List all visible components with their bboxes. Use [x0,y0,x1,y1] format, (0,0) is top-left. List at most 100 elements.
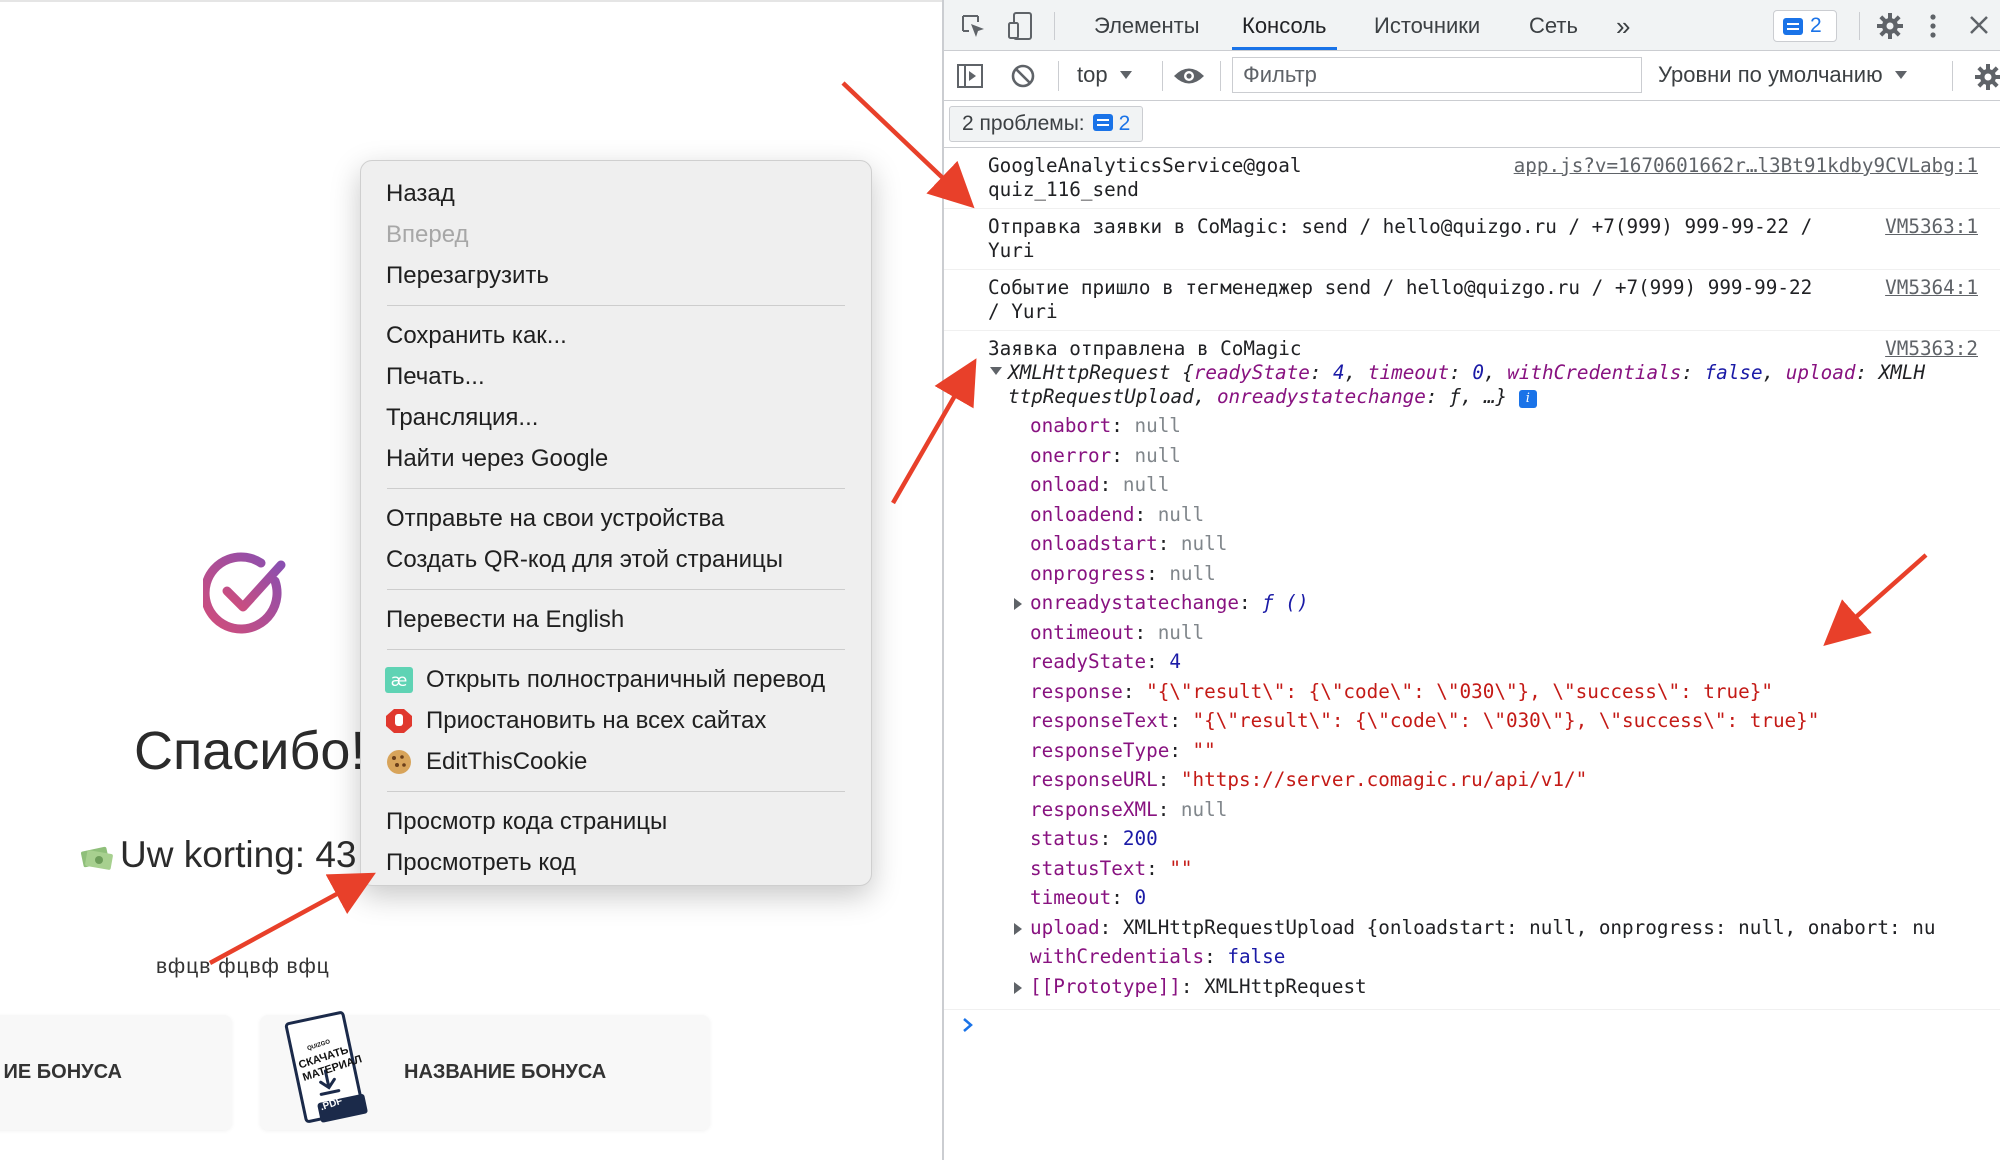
object-property: responseXML: null [1030,797,1228,821]
toolbar-divider [1859,12,1860,40]
message-icon [1783,18,1803,35]
object-property-expandable[interactable]: onreadystatechange: ƒ () [944,588,1990,618]
info-icon: i [1518,390,1537,408]
menu-item-create-qr[interactable]: Создать QR-код для этой страницы [361,539,871,580]
toolbar-divider [1058,61,1059,91]
issues-button[interactable]: 2 проблемы: 2 [949,106,1144,142]
log-levels-dropdown[interactable]: Уровни по умолчанию [1658,59,1907,91]
object-property: readyState: 4 [1030,650,1181,673]
menu-item-print[interactable]: Печать... [361,356,871,397]
menu-separator [387,488,845,489]
bonus-title: НАЗВАНИЕ БОНУСА [404,1061,607,1083]
more-options-kebab-icon[interactable] [1928,12,1938,40]
object-property: timeout: 0 [1030,886,1147,909]
description-text: вфцв фцвф вфц [156,955,330,978]
menu-item-cast[interactable]: Трансляция... [361,397,871,438]
bonus-title: ИЕ БОНУСА [3,1061,122,1083]
console-message: Заявка отправлена в CoMagic VM5363:2 XML… [944,331,2000,1010]
issues-badge-button[interactable]: 2 [1773,10,1837,42]
menu-item-save-as[interactable]: Сохранить как... [361,315,871,356]
console-message: GoogleAnalyticsService@goal quiz_116_sen… [944,148,2000,209]
menu-item-search-google[interactable]: Найти через Google [361,438,871,479]
execution-context-select[interactable]: top [1077,59,1132,91]
console-settings-gear-icon[interactable] [1974,63,2000,91]
object-property: response: "{\"result\": {\"code\": \"030… [1030,679,1773,703]
menu-item-back[interactable]: Назад [361,173,871,214]
devtools-panel: Элементы Консоль Источники Сеть » 2 top … [942,0,2000,1160]
expand-triangle-icon[interactable] [1014,922,1022,935]
issues-bar: 2 проблемы: 2 [944,101,2000,148]
inspect-element-icon[interactable] [960,13,986,39]
tab-network[interactable]: Сеть [1529,0,1578,50]
devtools-tab-bar: Элементы Консоль Источники Сеть » 2 [944,0,2000,51]
object-summary-cont: ttpRequestUpload, onreadystatechange: ƒ,… [988,385,1990,409]
toolbar-divider [1054,12,1055,40]
device-toolbar-icon[interactable] [1008,11,1034,41]
live-expression-eye-icon[interactable] [1172,65,1206,87]
tab-elements[interactable]: Элементы [1094,0,1200,50]
menu-separator [387,305,845,306]
object-property: statusText: "" [1030,856,1193,880]
menu-item-edit-this-cookie[interactable]: EditThisCookie [361,741,871,782]
translate-extension-icon: æ [385,667,413,693]
object-property: ontimeout: null [1030,620,1205,644]
check-circle-icon [203,552,286,634]
console-prompt-chevron-icon[interactable] [958,1010,978,1040]
cookie-icon [387,750,411,774]
expand-triangle-icon[interactable] [1014,981,1022,994]
object-property: responseURL: "https://server.comagic.ru/… [1030,768,1588,791]
console-message: Событие пришло в тегменеджер send / hell… [944,270,2000,331]
sidebar-toggle-icon[interactable] [956,63,984,89]
object-property-expandable[interactable]: [[Prototype]]: XMLHttpRequest [944,972,1990,1002]
toolbar-divider [1220,61,1221,91]
clear-console-icon[interactable] [1010,63,1036,89]
expand-triangle-icon[interactable] [1014,598,1022,610]
message-icon [1092,114,1113,131]
object-property: onprogress: null [1030,561,1216,585]
money-icon [80,846,113,870]
bonus-card[interactable]: ИЕ БОНУСА [0,1015,232,1130]
object-property: status: 200 [1030,827,1158,850]
object-property: responseText: "{\"result\": {\"code\": \… [1030,709,1820,732]
context-menu: Назад Вперед Перезагрузить Сохранить как… [360,160,872,886]
settings-gear-icon[interactable] [1876,12,1904,40]
menu-item-translate[interactable]: Перевести на English [361,599,871,640]
toolbar-divider [1162,61,1163,91]
menu-item-pause-all-sites[interactable]: Приостановить на всех сайтах [361,700,871,741]
source-link[interactable]: app.js?v=1670601662r…l3Bt91kdby9CVLabg:1 [1514,154,1978,178]
menu-item-inspect[interactable]: Просмотреть код [361,842,871,883]
object-property: onload: null [1030,473,1170,496]
svg-text:æ: æ [391,671,408,691]
tab-console[interactable]: Консоль [1232,0,1336,50]
console-message: Отправка заявки в CoMagic: send / hello@… [944,209,2000,270]
object-property: onloadend: null [1030,502,1205,526]
source-link[interactable]: VM5363:2 [1885,337,1978,361]
menu-separator [387,589,845,590]
toolbar-divider [1952,61,1953,91]
object-property-expandable[interactable]: upload: XMLHttpRequestUpload {onloadstar… [944,913,1990,943]
more-tabs-button[interactable]: » [1616,0,1630,50]
menu-item-reload[interactable]: Перезагрузить [361,255,871,296]
object-property: withCredentials: false [1030,945,1286,968]
menu-item-view-page-source[interactable]: Просмотр кода страницы [361,801,871,842]
menu-item-forward: Вперед [386,221,469,248]
source-link[interactable]: VM5363:1 [1885,215,1978,239]
menu-item-full-page-translate[interactable]: æ Открыть полностраничный перевод [361,659,871,700]
object-summary[interactable]: XMLHttpRequest {readyState: 4, timeout: … [988,361,1990,385]
page-top-border [0,0,942,2]
filter-input[interactable]: Фильтр [1232,57,1642,93]
menu-item-send-to-devices[interactable]: Отправьте на свои устройства [361,498,871,539]
chevron-down-icon [1894,71,1907,79]
object-property: onloadstart: null [1030,532,1228,555]
bonus-card[interactable]: QUIZGO СКАЧАТЬ МАТЕРИАЛ .PDF НАЗВАНИЕ БОН… [260,1011,710,1130]
stop-hand-icon [386,709,412,733]
expand-triangle-icon[interactable] [990,367,1002,375]
object-property: onabort: null [1030,414,1181,437]
console-output: GoogleAnalyticsService@goal quiz_116_sen… [944,148,2000,1032]
menu-separator [387,649,845,650]
object-property: onerror: null [1030,443,1181,467]
close-devtools-icon[interactable] [1968,14,1990,36]
discount-text: Uw korting: 43 [120,834,357,875]
source-link[interactable]: VM5364:1 [1885,276,1978,300]
tab-sources[interactable]: Источники [1374,0,1480,50]
